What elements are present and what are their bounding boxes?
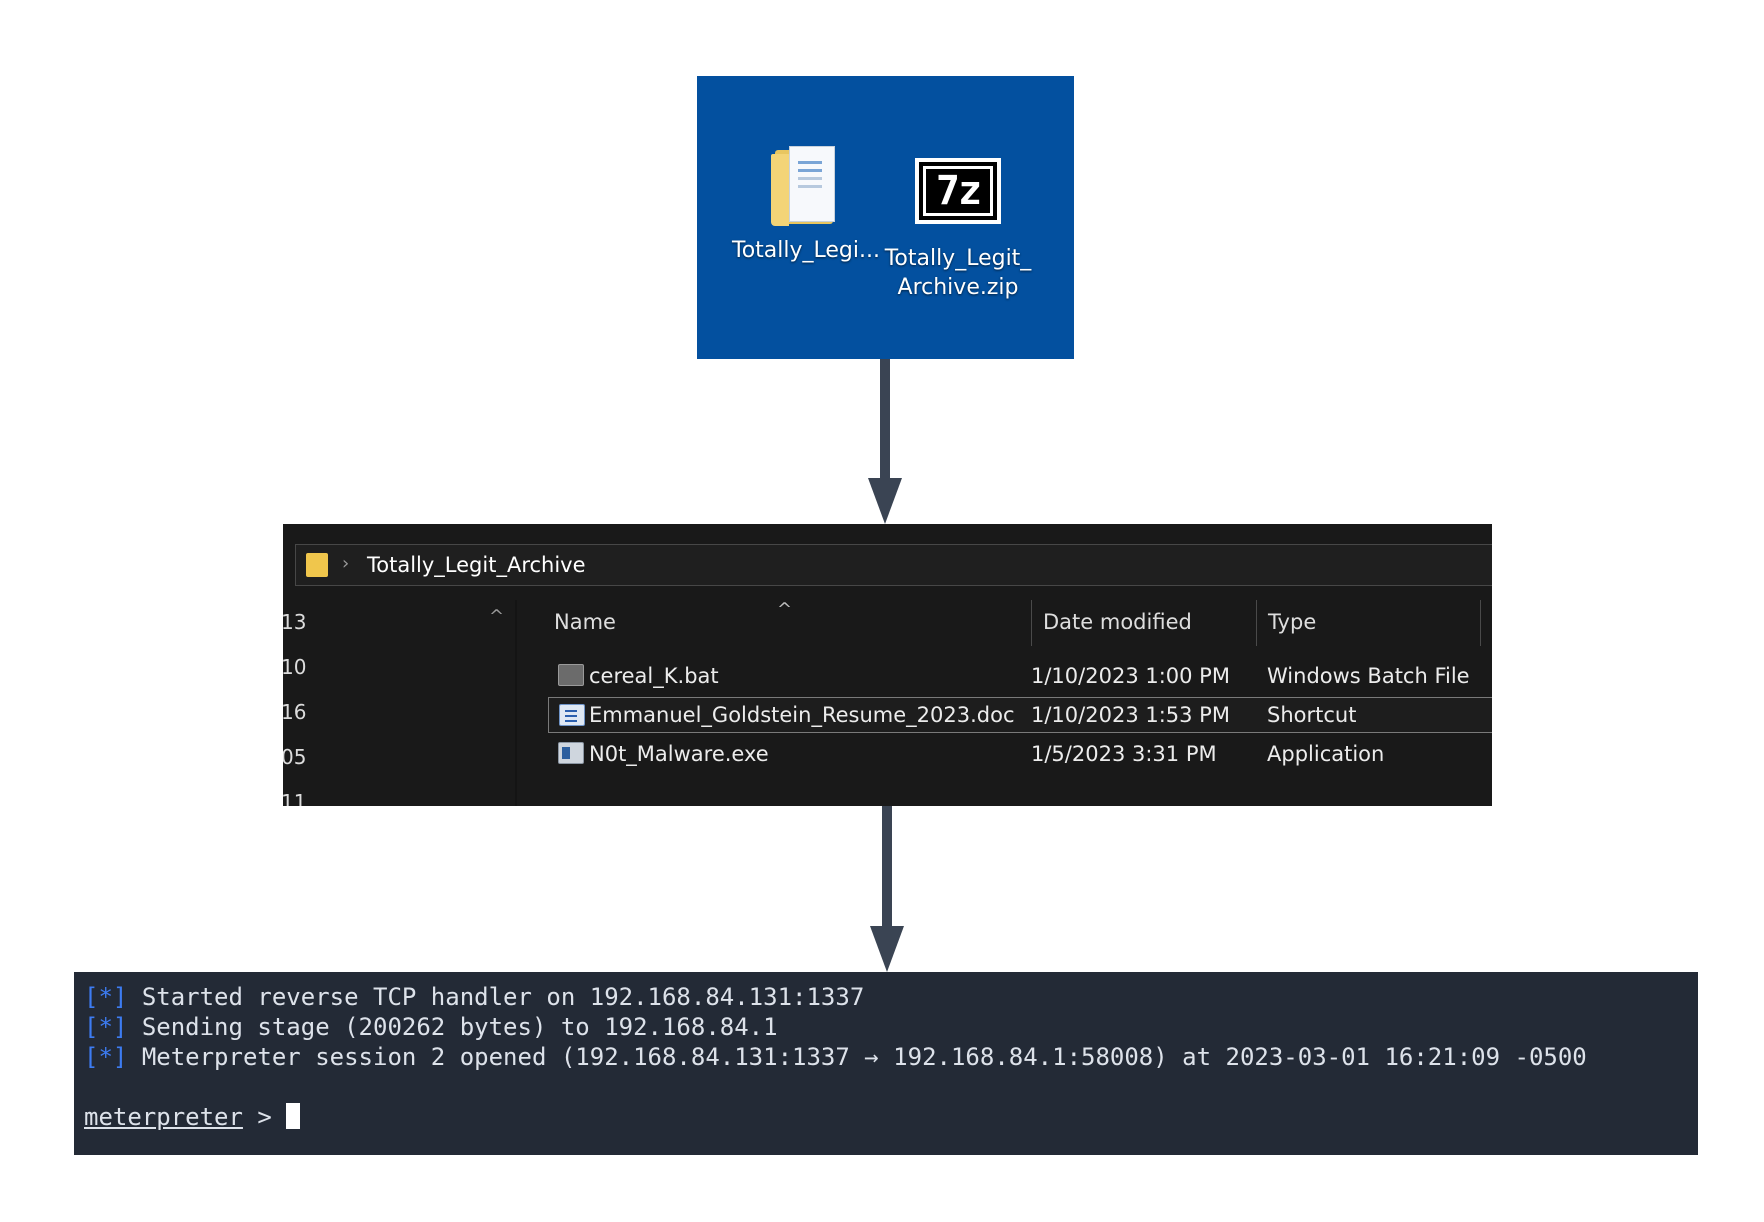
terminal-line: [*] Sending stage (200262 bytes) to 192.…	[84, 1012, 778, 1042]
file-type: Shortcut	[1267, 703, 1357, 727]
nav-collapse-chevron-icon[interactable]: ^	[489, 606, 504, 627]
batch-file-icon	[558, 664, 584, 686]
file-type: Application	[1267, 742, 1385, 766]
file-row-selected[interactable]: Emmanuel_Goldstein_Resume_2023.doc 1/10/…	[548, 697, 1492, 733]
7zip-archive-icon: 7z	[915, 158, 1001, 224]
desktop-folder-item[interactable]: Totally_Legi...	[731, 144, 881, 265]
file-name: Emmanuel_Goldstein_Resume_2023.doc	[589, 703, 1015, 727]
flow-arrow-2-head	[870, 926, 904, 972]
terminal-line-text: Sending stage (200262 bytes) to 192.168.…	[141, 1013, 778, 1041]
terminal-line-text: Meterpreter session 2 opened (192.168.84…	[141, 1043, 1587, 1071]
nav-pane-item[interactable]: 13	[283, 610, 306, 634]
status-marker: [*]	[84, 1043, 128, 1071]
navigation-pane: 13 10 16 05 11	[283, 602, 515, 806]
address-bar[interactable]: › Totally_Legit_Archive	[295, 544, 1492, 586]
7zip-glyph-text: 7z	[923, 166, 993, 216]
text-cursor[interactable]	[286, 1103, 301, 1129]
desktop-area: Totally_Legi... 7z Totally_Legit_ Archiv…	[697, 76, 1074, 359]
folder-icon	[306, 553, 328, 577]
prompt-symbol: >	[242, 1103, 287, 1131]
desktop-zip-label-line2: Archive.zip	[897, 275, 1019, 300]
desktop-zip-label-line1: Totally_Legit_	[884, 246, 1032, 271]
breadcrumb-separator: ›	[342, 553, 350, 574]
flow-arrow-1-head	[868, 478, 902, 524]
flow-arrow-2-shaft	[882, 806, 892, 930]
flow-arrow-1-shaft	[880, 359, 890, 481]
file-date: 1/5/2023 3:31 PM	[1031, 742, 1217, 766]
terminal-prompt-line[interactable]: meterpreter >	[84, 1102, 301, 1132]
column-divider[interactable]	[1256, 600, 1257, 646]
file-date: 1/10/2023 1:00 PM	[1031, 664, 1230, 688]
nav-pane-item[interactable]: 10	[283, 655, 306, 679]
status-marker: [*]	[84, 1013, 128, 1041]
application-icon	[558, 742, 584, 764]
desktop-zip-item[interactable]: 7z Totally_Legit_ Archive.zip	[883, 144, 1033, 302]
terminal-line: [*] Started reverse TCP handler on 192.1…	[84, 982, 864, 1012]
column-divider[interactable]	[1480, 600, 1481, 646]
column-header-type[interactable]: Type	[1268, 610, 1316, 634]
nav-pane-item[interactable]: 11	[283, 790, 306, 806]
terminal-line-text: Started reverse TCP handler on 192.168.8…	[141, 983, 865, 1011]
column-header-date-modified[interactable]: Date modified	[1043, 610, 1192, 634]
folder-document-icon	[771, 144, 841, 228]
file-name: cereal_K.bat	[589, 664, 719, 688]
breadcrumb-path[interactable]: Totally_Legit_Archive	[367, 553, 586, 577]
file-date: 1/10/2023 1:53 PM	[1031, 703, 1230, 727]
pane-divider[interactable]	[515, 600, 517, 806]
desktop-folder-label: Totally_Legi...	[732, 238, 880, 263]
column-header-name[interactable]: Name	[554, 610, 616, 634]
sort-ascending-icon: ^	[777, 599, 793, 620]
file-explorer-window: › Totally_Legit_Archive 13 10 16 05 11 ^…	[283, 524, 1492, 806]
status-marker: [*]	[84, 983, 128, 1011]
document-shortcut-icon	[559, 704, 585, 726]
file-name: N0t_Malware.exe	[589, 742, 769, 766]
file-type: Windows Batch File	[1267, 664, 1470, 688]
file-row[interactable]: cereal_K.bat 1/10/2023 1:00 PM Windows B…	[548, 658, 1492, 694]
nav-pane-item[interactable]: 16	[283, 700, 306, 724]
terminal-line: [*] Meterpreter session 2 opened (192.16…	[84, 1042, 1587, 1072]
nav-pane-item[interactable]: 05	[283, 745, 306, 769]
terminal-window: [*] Started reverse TCP handler on 192.1…	[74, 972, 1698, 1155]
column-divider[interactable]	[1031, 600, 1032, 646]
file-row[interactable]: N0t_Malware.exe 1/5/2023 3:31 PM Applica…	[548, 736, 1492, 772]
prompt-label: meterpreter	[84, 1103, 243, 1131]
